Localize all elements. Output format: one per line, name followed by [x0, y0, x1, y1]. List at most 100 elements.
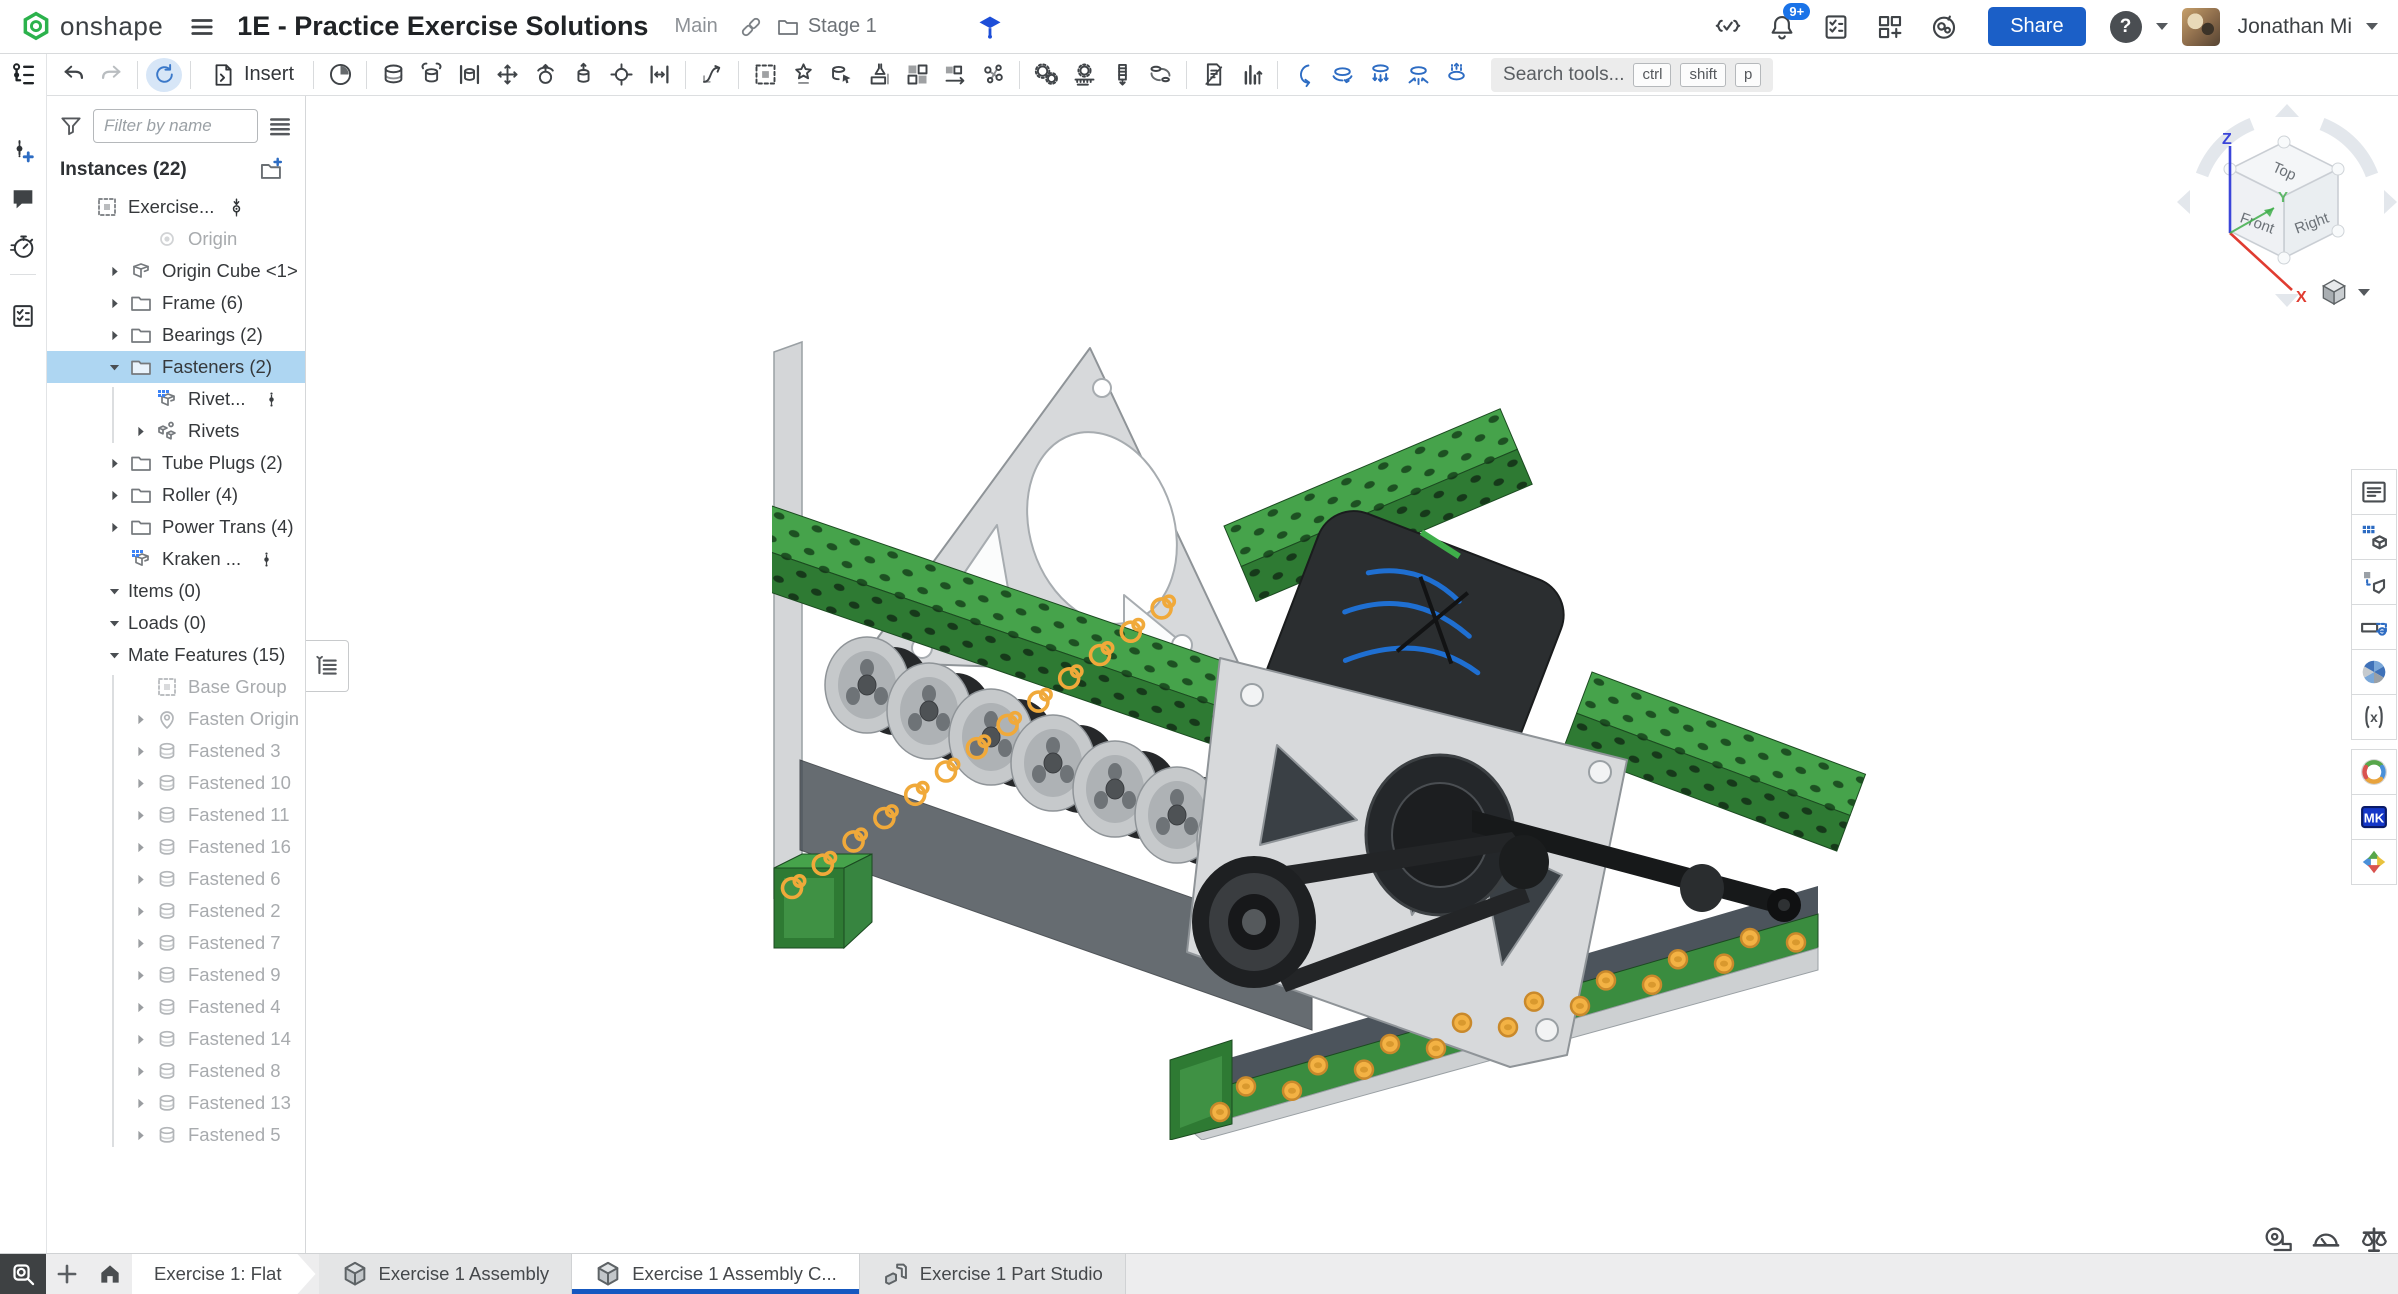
tree-item-fastened-9[interactable]: Fastened 9	[46, 959, 305, 991]
notifications-icon[interactable]: 9+	[1762, 7, 1802, 47]
document-tab-exercise-1-part-studio[interactable]: Exercise 1 Part Studio	[860, 1254, 1126, 1294]
tree-item-frame-6[interactable]: Frame (6)	[46, 287, 305, 319]
tree-item-exercise[interactable]: Exercise...	[46, 191, 305, 223]
add-folder-icon[interactable]	[258, 156, 285, 183]
tree-item-roller-4[interactable]: Roller (4)	[46, 479, 305, 511]
tasks-icon[interactable]	[1816, 7, 1856, 47]
cylindrical-mate-button[interactable]	[565, 58, 601, 92]
document-location[interactable]: Stage 1	[776, 15, 877, 39]
expand-caret-icon[interactable]	[100, 607, 128, 639]
new-tab-button[interactable]	[46, 1254, 88, 1294]
tree-item-bearings-2[interactable]: Bearings (2)	[46, 319, 305, 351]
tree-item-fastened-14[interactable]: Fastened 14	[46, 1023, 305, 1055]
part-list-panel-button[interactable]	[2351, 469, 2397, 515]
servo-button[interactable]	[1438, 58, 1474, 92]
help-caret-icon[interactable]	[2156, 23, 2168, 30]
mate-connector-add-button[interactable]	[0, 130, 46, 172]
main-menu-icon[interactable]	[185, 10, 219, 44]
green-tube-front[interactable]	[774, 854, 872, 948]
gravity-button[interactable]	[1362, 58, 1398, 92]
expand-caret-icon[interactable]	[126, 735, 154, 767]
tree-item-mate-features-15[interactable]: Mate Features (15)	[46, 639, 305, 671]
pin-slot-mate-button[interactable]	[603, 58, 639, 92]
filter-input[interactable]	[93, 109, 258, 143]
expand-caret-icon[interactable]	[100, 575, 128, 607]
spin-button[interactable]	[1324, 58, 1360, 92]
tree-item-fasteners-2[interactable]: Fasteners (2)	[46, 351, 305, 383]
gear-relation-button[interactable]	[1028, 58, 1064, 92]
in-context-button[interactable]	[2351, 559, 2397, 605]
redo-button[interactable]	[93, 58, 129, 92]
named-positions-button[interactable]	[322, 58, 358, 92]
linear-pattern-button[interactable]	[937, 58, 973, 92]
tab-manager-button[interactable]	[0, 1254, 46, 1294]
tree-item-rivet[interactable]: Rivet...	[46, 383, 305, 415]
learning-center-icon[interactable]	[1924, 7, 1964, 47]
expand-caret-icon[interactable]	[126, 415, 154, 447]
expand-caret-icon[interactable]	[100, 639, 128, 671]
tree-item-fastened-2[interactable]: Fastened 2	[46, 895, 305, 927]
expand-caret-icon[interactable]	[126, 991, 154, 1023]
tree-item-fastened-8[interactable]: Fastened 8	[46, 1055, 305, 1087]
expand-caret-icon[interactable]	[100, 287, 128, 319]
mk-app-button[interactable]: MK	[2351, 794, 2397, 840]
pinwheel-app-button[interactable]	[2351, 649, 2397, 695]
collision-button[interactable]	[1400, 58, 1436, 92]
insert-button[interactable]: Insert	[198, 58, 306, 92]
expand-caret-icon[interactable]	[126, 831, 154, 863]
expand-caret-icon[interactable]	[100, 511, 128, 543]
x-app-button[interactable]	[2351, 839, 2397, 885]
expand-caret-icon[interactable]	[126, 1119, 154, 1151]
expand-caret-icon[interactable]	[100, 351, 128, 383]
onshape-logo[interactable]: onshape	[20, 11, 163, 43]
document-tab-exercise-1-assembly[interactable]: Exercise 1 Assembly	[319, 1254, 573, 1294]
expand-caret-icon[interactable]	[126, 1055, 154, 1087]
tree-item-base-group[interactable]: Base Group	[46, 671, 305, 703]
revolute-mate-button[interactable]	[413, 58, 449, 92]
belt-relation-button[interactable]	[1142, 58, 1178, 92]
search-tools[interactable]: Search tools...ctrlshiftp	[1491, 58, 1773, 92]
learning-badge-icon[interactable]	[973, 10, 1007, 44]
group-button[interactable]	[747, 58, 783, 92]
tree-item-fasten-origin[interactable]: Fasten Origin	[46, 703, 305, 735]
undo-button[interactable]	[55, 58, 91, 92]
slider-mate-button[interactable]	[451, 58, 487, 92]
color-wheel-app-button[interactable]	[2351, 749, 2397, 795]
configuration-dots[interactable]	[257, 550, 276, 569]
home-tab-button[interactable]	[88, 1254, 132, 1294]
tree-item-fastened-11[interactable]: Fastened 11	[46, 799, 305, 831]
comments-button[interactable]	[0, 178, 46, 220]
avatar[interactable]	[2182, 8, 2220, 46]
snap-mode-button[interactable]	[861, 58, 897, 92]
mate-connector-button[interactable]	[785, 58, 821, 92]
expand-caret-icon[interactable]	[126, 959, 154, 991]
configurations-button[interactable]	[2351, 514, 2397, 560]
left-plate-edge[interactable]	[774, 342, 802, 898]
expand-caret-icon[interactable]	[126, 895, 154, 927]
assembly-structure-button[interactable]	[0, 54, 46, 96]
cut-list-button[interactable]	[0, 295, 46, 337]
bom-button[interactable]	[1195, 58, 1231, 92]
tree-item-fastened-6[interactable]: Fastened 6	[46, 863, 305, 895]
protractor-button[interactable]	[2310, 1224, 2342, 1256]
share-button[interactable]: Share	[1988, 7, 2085, 46]
list-options-icon[interactable]	[267, 113, 293, 139]
document-tab-exercise-1-assembly-c[interactable]: Exercise 1 Assembly C...	[572, 1254, 860, 1294]
replicate-button[interactable]	[823, 58, 859, 92]
measure-button[interactable]	[2351, 604, 2397, 650]
tree-item-tube-plugs-2[interactable]: Tube Plugs (2)	[46, 447, 305, 479]
tree-item-fastened-16[interactable]: Fastened 16	[46, 831, 305, 863]
ball-mate-button[interactable]	[527, 58, 563, 92]
assembly-3d-model[interactable]	[772, 340, 1882, 1140]
pattern-button[interactable]	[899, 58, 935, 92]
configuration-dots[interactable]	[262, 390, 281, 409]
measure-tape-button[interactable]	[2262, 1224, 2294, 1256]
expand-caret-icon[interactable]	[100, 479, 128, 511]
tree-item-power-trans-4[interactable]: Power Trans (4)	[46, 511, 305, 543]
interference-button[interactable]	[1233, 58, 1269, 92]
workspace-label[interactable]: Main	[674, 15, 717, 38]
expand-caret-icon[interactable]	[126, 1087, 154, 1119]
help-button[interactable]: ?	[2110, 11, 2142, 43]
link-icon[interactable]	[736, 12, 766, 42]
tree-item-loads-0[interactable]: Loads (0)	[46, 607, 305, 639]
